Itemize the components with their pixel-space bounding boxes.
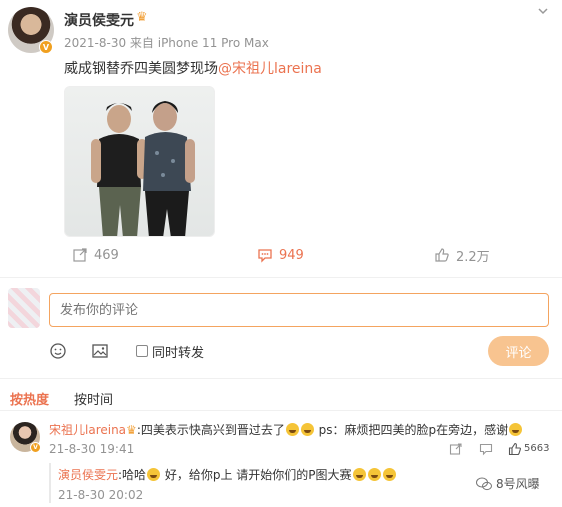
comment-icon[interactable] (479, 442, 493, 456)
emoji-icon (285, 423, 299, 436)
image-icon[interactable] (91, 342, 109, 360)
submit-comment-button[interactable]: 评论 (488, 336, 549, 366)
emoji-icon (352, 468, 366, 481)
emoji-icon (300, 423, 314, 436)
tab-sort-time[interactable]: 按时间 (74, 389, 113, 408)
post-text: 威成钢替乔四美圆梦现场@宋祖儿lareina (64, 58, 322, 78)
commenter-name[interactable]: 宋祖儿lareina (49, 423, 126, 437)
tab-sort-hot[interactable]: 按热度 (10, 389, 49, 408)
chevron-down-icon[interactable] (536, 4, 550, 18)
reply-body-a: :哈哈 (118, 468, 147, 482)
comment-time: 21-8-30 19:41 (49, 442, 135, 456)
reply-body-b: 好，给你p上 请开始你们的P图大赛 (161, 468, 352, 482)
repost-checkbox-label[interactable]: 同时转发 (152, 342, 204, 361)
comment-like-count: 5663 (524, 443, 550, 454)
watermark: 8号风曝 (476, 475, 540, 492)
watermark-text: 8号风曝 (496, 477, 540, 491)
verified-badge: V (39, 40, 53, 54)
repost-icon (73, 248, 87, 262)
photo-of-two-men (91, 101, 195, 236)
divider (0, 410, 562, 411)
wechat-icon (476, 477, 492, 490)
repost-checkbox[interactable] (136, 345, 148, 357)
emoji-icon[interactable] (49, 342, 67, 360)
reply-indent-bar (49, 463, 51, 503)
post-photo[interactable] (64, 86, 215, 237)
emoji-icon (147, 468, 161, 481)
commenter-verified-badge: V (30, 442, 41, 453)
comment-text: 宋祖儿lareina♛:四美表示快高兴到晋过去了 ps：麻烦把四美的脸p在旁边，… (49, 421, 523, 438)
reply-time: 21-8-30 20:02 (58, 488, 144, 502)
crown-icon: ♛ (136, 10, 148, 25)
comment-input[interactable] (49, 293, 549, 327)
emoji-icon (367, 468, 381, 481)
repost-button[interactable]: 469 (72, 246, 119, 264)
comment-count: 949 (279, 247, 304, 263)
like-button[interactable]: 2.2万 (434, 246, 490, 265)
thumbs-up-icon[interactable] (508, 442, 522, 456)
post-meta: 2021-8-30 来自 iPhone 11 Pro Max (64, 36, 269, 50)
thumbs-up-icon (435, 248, 449, 262)
author-name[interactable]: 演员侯雯元 (64, 10, 134, 30)
divider (0, 277, 562, 278)
emoji-icon (382, 468, 396, 481)
crown-icon: ♛ (126, 423, 137, 437)
mention-link[interactable]: @宋祖儿lareina (218, 61, 322, 77)
repost-icon[interactable] (449, 442, 463, 456)
replier-name[interactable]: 演员侯雯元 (58, 468, 118, 482)
comment-body-b: ps：麻烦把四美的脸p在旁边，感谢 (314, 423, 509, 437)
comment-button[interactable]: 949 (257, 246, 304, 264)
reply-text: 演员侯雯元:哈哈 好，给你p上 请开始你们的P图大赛 (58, 466, 397, 483)
my-avatar (8, 288, 40, 328)
comment-icon (258, 249, 272, 263)
comment-body-a: :四美表示快高兴到晋过去了 (136, 423, 285, 437)
post-text-body: 威成钢替乔四美圆梦现场 (64, 61, 218, 77)
like-count: 2.2万 (456, 249, 490, 265)
repost-count: 469 (94, 247, 119, 263)
emoji-icon (509, 423, 523, 436)
divider (0, 378, 562, 379)
